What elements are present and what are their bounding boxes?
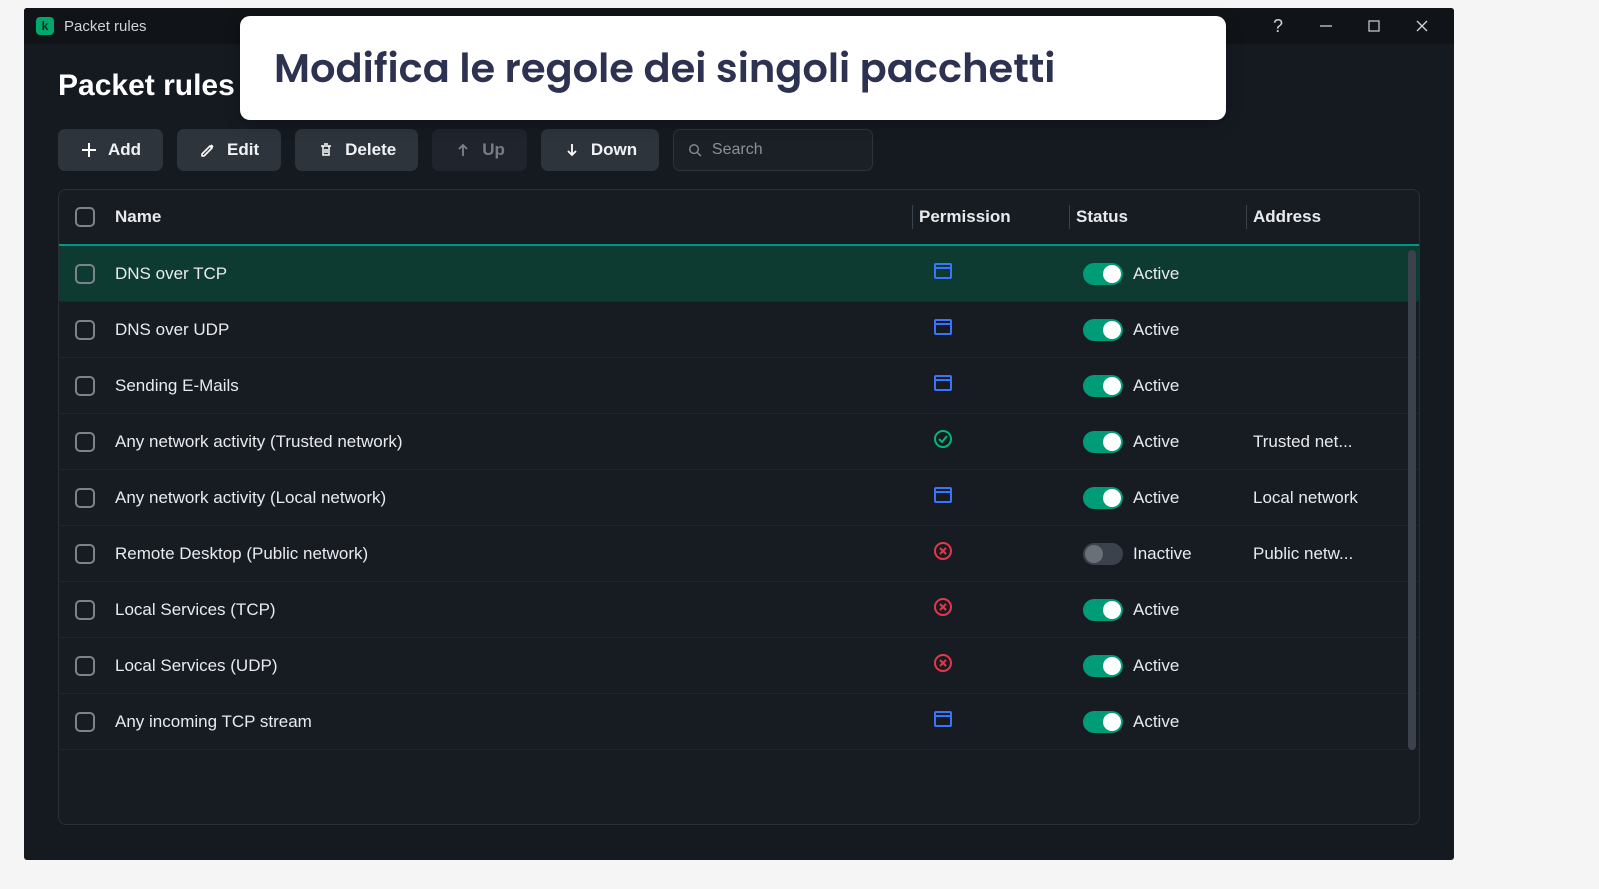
rule-name: Any network activity (Local network) — [115, 488, 933, 508]
rule-name: Remote Desktop (Public network) — [115, 544, 933, 564]
status-toggle[interactable] — [1083, 487, 1123, 509]
status-toggle[interactable] — [1083, 711, 1123, 733]
help-button[interactable]: ? — [1254, 8, 1302, 44]
col-header-permission[interactable]: Permission — [919, 207, 1069, 227]
permission-icon — [933, 653, 1083, 673]
rule-name: DNS over UDP — [115, 320, 933, 340]
maximize-button[interactable] — [1350, 8, 1398, 44]
col-header-name[interactable]: Name — [115, 207, 912, 227]
table-row[interactable]: DNS over TCP Active — [59, 246, 1419, 302]
permission-icon — [933, 373, 1083, 393]
status-toggle[interactable] — [1083, 319, 1123, 341]
window-title: Packet rules — [64, 18, 147, 35]
minimize-button[interactable] — [1302, 8, 1350, 44]
status-label: Active — [1133, 488, 1179, 507]
table-header-row: Name Permission Status Address — [59, 190, 1419, 246]
row-checkbox[interactable] — [75, 432, 95, 452]
edit-button-label: Edit — [227, 140, 259, 160]
row-checkbox[interactable] — [75, 712, 95, 732]
search-input[interactable] — [712, 141, 858, 159]
address-cell: Trusted net... — [1253, 432, 1403, 452]
search-icon — [688, 142, 702, 158]
table-row[interactable]: Sending E-Mails Active — [59, 358, 1419, 414]
edit-button[interactable]: Edit — [177, 129, 281, 171]
search-box[interactable] — [673, 129, 873, 171]
row-checkbox[interactable] — [75, 488, 95, 508]
table-body: DNS over TCPActiveDNS over UDPActiveSend… — [59, 246, 1419, 750]
status-label: Active — [1133, 320, 1179, 339]
app-window: k Packet rules ? Packet rules Add Edit D… — [24, 8, 1454, 860]
table-row[interactable]: Local Services (TCP) Active — [59, 582, 1419, 638]
address-cell: Local network — [1253, 488, 1403, 508]
move-up-label: Up — [482, 140, 505, 160]
permission-icon — [933, 429, 1083, 449]
move-down-label: Down — [591, 140, 637, 160]
col-header-status[interactable]: Status — [1076, 207, 1246, 227]
select-all-checkbox[interactable] — [75, 207, 95, 227]
col-header-address[interactable]: Address — [1253, 207, 1403, 227]
delete-button-label: Delete — [345, 140, 396, 160]
rule-name: DNS over TCP — [115, 264, 933, 284]
annotation-callout: Modifica le regole dei singoli pacchetti — [240, 16, 1226, 120]
row-checkbox[interactable] — [75, 544, 95, 564]
status-label: Active — [1133, 376, 1179, 395]
table-row[interactable]: Local Services (UDP) Active — [59, 638, 1419, 694]
status-label: Active — [1133, 600, 1179, 619]
status-toggle[interactable] — [1083, 599, 1123, 621]
permission-icon — [933, 709, 1083, 729]
rule-name: Local Services (UDP) — [115, 656, 933, 676]
permission-icon — [933, 317, 1083, 337]
rule-name: Any network activity (Trusted network) — [115, 432, 933, 452]
address-cell: Public netw... — [1253, 544, 1403, 564]
add-button-label: Add — [108, 140, 141, 160]
status-toggle[interactable] — [1083, 655, 1123, 677]
permission-icon — [933, 485, 1083, 505]
status-label: Active — [1133, 712, 1179, 731]
table-row[interactable]: DNS over UDP Active — [59, 302, 1419, 358]
permission-icon — [933, 541, 1083, 561]
row-checkbox[interactable] — [75, 376, 95, 396]
close-button[interactable] — [1398, 8, 1446, 44]
table-row[interactable]: Any incoming TCP stream Active — [59, 694, 1419, 750]
row-checkbox[interactable] — [75, 600, 95, 620]
table-row[interactable]: Remote Desktop (Public network) Inactive P… — [59, 526, 1419, 582]
rule-name: Local Services (TCP) — [115, 600, 933, 620]
move-down-button[interactable]: Down — [541, 129, 659, 171]
status-toggle[interactable] — [1083, 375, 1123, 397]
status-toggle[interactable] — [1083, 543, 1123, 565]
table-row[interactable]: Any network activity (Local network) Acti… — [59, 470, 1419, 526]
status-label: Active — [1133, 264, 1179, 283]
status-toggle[interactable] — [1083, 263, 1123, 285]
status-label: Active — [1133, 656, 1179, 675]
plus-icon — [80, 141, 98, 159]
move-up-button[interactable]: Up — [432, 129, 527, 171]
app-logo-icon: k — [36, 17, 54, 35]
arrow-down-icon — [563, 141, 581, 159]
status-label: Active — [1133, 432, 1179, 451]
toolbar: Add Edit Delete Up Down — [24, 121, 1454, 189]
rules-table: Name Permission Status Address DNS over … — [58, 189, 1420, 825]
add-button[interactable]: Add — [58, 129, 163, 171]
delete-button[interactable]: Delete — [295, 129, 418, 171]
permission-icon — [933, 597, 1083, 617]
status-label: Inactive — [1133, 544, 1192, 563]
pencil-icon — [199, 141, 217, 159]
trash-icon — [317, 141, 335, 159]
row-checkbox[interactable] — [75, 320, 95, 340]
status-toggle[interactable] — [1083, 431, 1123, 453]
scrollbar-thumb[interactable] — [1408, 250, 1416, 750]
rule-name: Sending E-Mails — [115, 376, 933, 396]
arrow-up-icon — [454, 141, 472, 159]
row-checkbox[interactable] — [75, 264, 95, 284]
table-row[interactable]: Any network activity (Trusted network) Ac… — [59, 414, 1419, 470]
permission-icon — [933, 261, 1083, 281]
row-checkbox[interactable] — [75, 656, 95, 676]
rule-name: Any incoming TCP stream — [115, 712, 933, 732]
